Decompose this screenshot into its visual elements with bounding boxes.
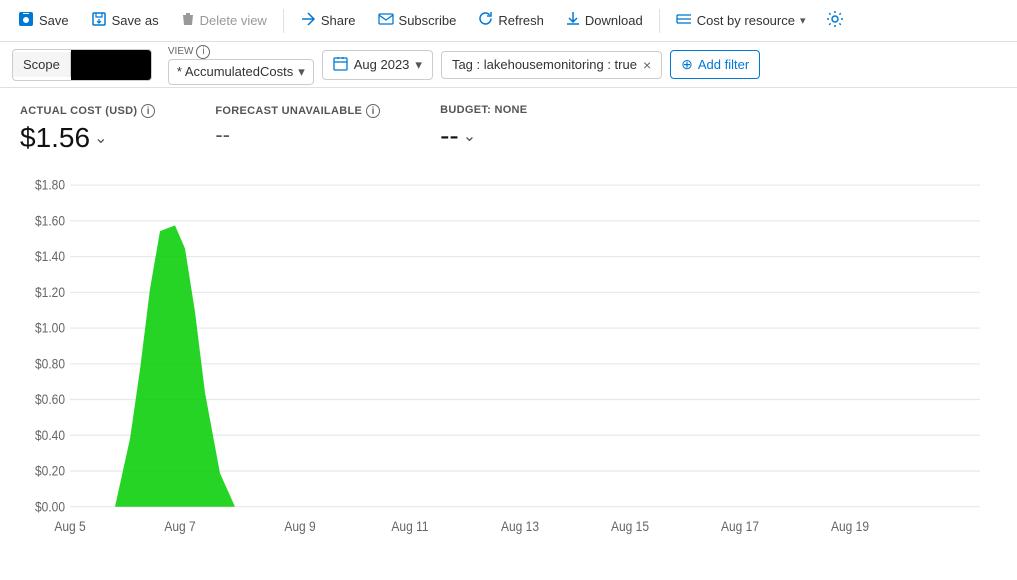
refresh-button[interactable]: Refresh [468, 6, 554, 35]
y-label-160: $1.60 [35, 213, 65, 229]
y-label-100: $1.00 [35, 320, 65, 336]
save-icon [18, 11, 34, 31]
filter-bar: Scope VIEW i * AccumulatedCosts ▾ Aug 20… [0, 42, 1017, 88]
date-label: Aug 2023 [354, 57, 410, 72]
x-label-aug19: Aug 19 [831, 518, 869, 534]
cost-by-resource-button[interactable]: Cost by resource ▾ [666, 8, 816, 34]
forecast-value: -- [215, 122, 380, 148]
delete-icon [181, 11, 195, 31]
x-label-aug9: Aug 9 [284, 518, 315, 534]
add-filter-icon: ⊕ [681, 56, 693, 73]
tag-filter-label: Tag : lakehousemonitoring : true [452, 57, 637, 72]
download-icon [566, 11, 580, 31]
download-button[interactable]: Download [556, 6, 653, 36]
cost-by-resource-label: Cost by resource [697, 13, 795, 28]
save-button[interactable]: Save [8, 6, 79, 36]
tag-filter-close-icon[interactable]: × [643, 57, 651, 73]
tag-filter: Tag : lakehousemonitoring : true × [441, 51, 662, 79]
refresh-icon [478, 11, 493, 30]
save-as-label: Save as [112, 13, 159, 28]
view-chevron-icon: ▾ [298, 64, 305, 80]
y-label-080: $0.80 [35, 356, 65, 372]
actual-cost-info-icon[interactable]: i [141, 104, 155, 118]
y-label-180: $1.80 [35, 177, 65, 193]
refresh-label: Refresh [498, 13, 544, 28]
subscribe-label: Subscribe [399, 13, 457, 28]
metrics-bar: ACTUAL COST (USD) i $1.56 ⌄ FORECAST UNA… [0, 88, 1017, 162]
save-label: Save [39, 13, 69, 28]
y-label-120: $1.20 [35, 284, 65, 300]
view-label: VIEW i [168, 45, 314, 59]
separator-1 [283, 9, 284, 33]
actual-cost-label: ACTUAL COST (USD) i [20, 104, 155, 118]
download-label: Download [585, 13, 643, 28]
x-label-aug11: Aug 11 [391, 518, 428, 534]
delete-view-button[interactable]: Delete view [171, 6, 277, 36]
y-label-140: $1.40 [35, 248, 65, 264]
save-as-icon [91, 11, 107, 31]
actual-cost-chevron-icon: ⌄ [94, 128, 107, 148]
scope-label: Scope [13, 52, 71, 77]
chart-wrapper: .grid-label { font-family: 'Segoe UI', A… [20, 162, 997, 554]
y-label-020: $0.20 [35, 463, 65, 479]
view-name: * AccumulatedCosts [177, 64, 293, 79]
forecast-label: FORECAST UNAVAILABLE i [215, 104, 380, 118]
x-label-aug13: Aug 13 [501, 518, 539, 534]
forecast-info-icon[interactable]: i [366, 104, 380, 118]
cost-by-resource-icon [676, 13, 692, 29]
date-chevron-icon: ▾ [415, 57, 422, 73]
forecast-metric: FORECAST UNAVAILABLE i -- [215, 104, 380, 148]
subscribe-icon [378, 12, 394, 29]
x-label-aug15: Aug 15 [611, 518, 649, 534]
actual-cost-value: $1.56 ⌄ [20, 122, 155, 154]
x-label-aug5: Aug 5 [54, 518, 85, 534]
share-button[interactable]: Share [290, 7, 366, 35]
actual-cost-metric: ACTUAL COST (USD) i $1.56 ⌄ [20, 104, 155, 154]
settings-button[interactable] [818, 5, 852, 36]
subscribe-button[interactable]: Subscribe [368, 7, 467, 34]
budget-label: BUDGET: NONE [440, 104, 527, 116]
add-filter-button[interactable]: ⊕ Add filter [670, 50, 760, 79]
y-label-060: $0.60 [35, 391, 65, 407]
view-group: VIEW i * AccumulatedCosts ▾ [168, 45, 314, 85]
budget-chevron-icon: ⌄ [463, 126, 476, 146]
y-label-000: $0.00 [35, 499, 65, 515]
cost-area-chart [115, 225, 980, 506]
budget-metric: BUDGET: NONE -- ⌄ [440, 104, 527, 152]
share-icon [300, 12, 316, 30]
view-dropdown[interactable]: * AccumulatedCosts ▾ [168, 59, 314, 85]
chart-container: .grid-label { font-family: 'Segoe UI', A… [0, 162, 1017, 564]
date-picker-button[interactable]: Aug 2023 ▾ [322, 50, 433, 80]
delete-view-label: Delete view [200, 13, 267, 28]
save-as-button[interactable]: Save as [81, 6, 169, 36]
calendar-icon [333, 56, 348, 74]
separator-2 [659, 9, 660, 33]
view-info-icon[interactable]: i [196, 45, 210, 59]
share-label: Share [321, 13, 356, 28]
chevron-down-icon: ▾ [800, 14, 806, 27]
add-filter-label: Add filter [698, 57, 749, 72]
cost-chart: .grid-label { font-family: 'Segoe UI', A… [20, 162, 997, 554]
x-label-aug7: Aug 7 [164, 518, 195, 534]
gear-icon [826, 10, 844, 31]
budget-value: -- ⌄ [440, 120, 527, 152]
x-label-aug17: Aug 17 [721, 518, 759, 534]
scope-value[interactable] [71, 50, 151, 80]
y-label-040: $0.40 [35, 427, 65, 443]
scope-group: Scope [12, 49, 152, 81]
toolbar: Save Save as Delete view Share Subscribe… [0, 0, 1017, 42]
